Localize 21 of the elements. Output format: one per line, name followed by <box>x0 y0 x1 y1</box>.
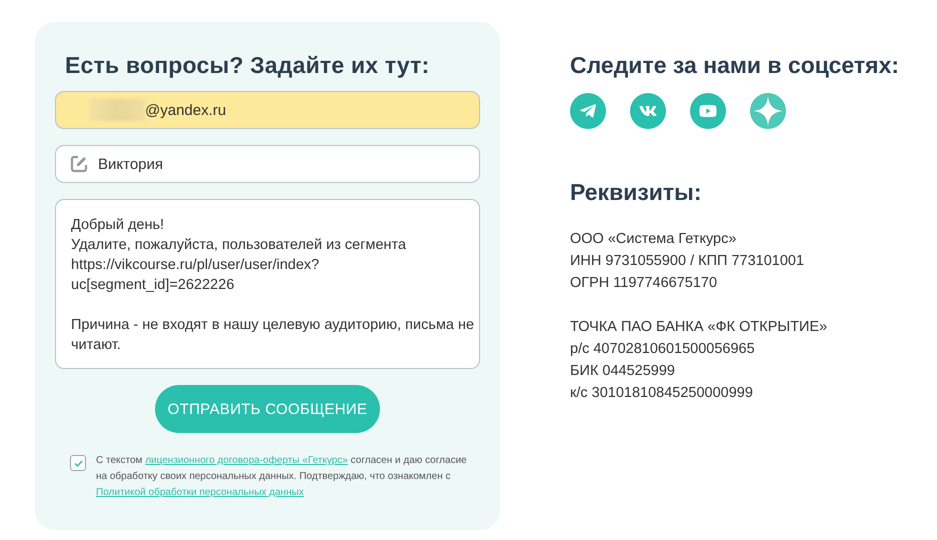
requisites-title: Реквизиты: <box>570 179 702 206</box>
requisites-line: ИНН 9731055900 / КПП 773101001 <box>570 252 806 271</box>
check-icon <box>74 460 82 466</box>
sparkle-icon[interactable] <box>750 93 786 129</box>
form-title: Есть вопросы? Задайте их тут: <box>65 52 431 79</box>
email-field[interactable]: @yandex.ru <box>55 91 480 129</box>
consent-checkbox[interactable] <box>70 455 86 471</box>
telegram-icon[interactable] <box>570 93 606 129</box>
edit-icon <box>70 155 88 173</box>
requisites-line: ТОЧКА ПАО БАНКА «ФК ОТКРЫТИЕ» <box>570 318 828 337</box>
vk-icon[interactable] <box>630 93 666 129</box>
social-title: Следите за нами в соцсетях: <box>570 52 900 79</box>
requisites-line: ОГРН 1197746675170 <box>570 274 718 293</box>
requisites-line: р/с 40702810601500056965 <box>570 340 756 359</box>
name-field[interactable]: Виктория <box>55 145 480 183</box>
play-icon[interactable] <box>690 93 726 129</box>
requisites-line: ООО «Система Геткурс» <box>570 230 738 249</box>
consent-text: С текстом лицензионного договора-оферты «Геткурс» согласен и даю согласие на обработку своих персональных данных. Подтверждаю, что ознакомлен с Политикой обработки персональных данных <box>96 454 468 500</box>
requisites-line: к/с 30101810845250000999 <box>570 384 754 403</box>
requisites-line: БИК 044525999 <box>570 362 676 381</box>
message-field[interactable]: Добрый день! Удалите, пожалуйста, пользователей из сегмента https://vikcourse.ru/pl/user/user/index? uc[segment_id]=2622226 Причина - не входят в нашу целевую аудиторию, письма не читают. <box>55 199 480 369</box>
